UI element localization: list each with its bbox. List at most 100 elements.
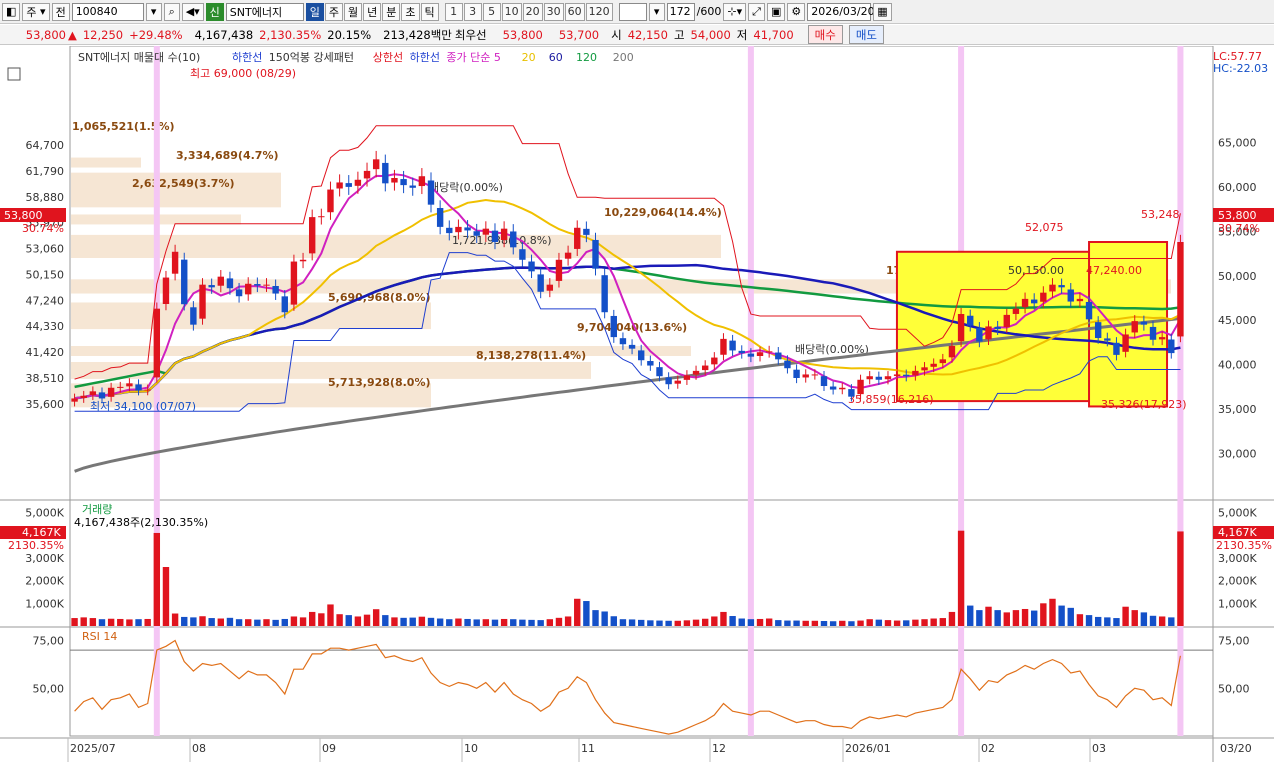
volume-bar (491, 619, 499, 626)
candle (848, 389, 855, 397)
up-arrow-icon: ▲ (68, 27, 77, 42)
volume-bar (500, 618, 508, 626)
candle (601, 275, 608, 313)
x-axis-label: 10 (464, 742, 478, 755)
candle (245, 283, 252, 295)
interval-button[interactable]: 1 (444, 2, 463, 21)
gear-icon[interactable]: ⚙ (787, 2, 806, 21)
date-input[interactable]: 2026/03/20 (807, 2, 875, 21)
interval-button[interactable]: 120 (585, 2, 613, 21)
high-annotation: 최고 69,000 (08/29) (190, 67, 296, 80)
candle (1021, 298, 1029, 308)
expand-icon[interactable]: ⊹▾ (723, 2, 747, 21)
volume-profile-label: 3,334,689(4.7%) (176, 149, 279, 162)
candle (1012, 308, 1020, 314)
count-input[interactable]: 172 (666, 2, 695, 21)
candle (738, 350, 745, 354)
candle (299, 259, 307, 262)
interval-button[interactable]: 20 (522, 2, 543, 21)
code-dropdown-icon[interactable]: ▾ (145, 2, 162, 21)
candle (1003, 314, 1010, 327)
change-pct: +29.48% (129, 27, 183, 42)
legend-item[interactable]: 150억봉 강세패턴 (269, 51, 354, 64)
period-button[interactable]: 초 (401, 2, 420, 21)
volume-bar (510, 619, 517, 626)
volume-bar (372, 609, 380, 626)
sell-button[interactable]: 매도 (848, 25, 884, 44)
candle (144, 389, 151, 391)
volume-bar (162, 567, 170, 626)
type-select[interactable]: 주 ▾ (22, 2, 50, 21)
chart-area[interactable]: 1,065,521(1.5%)3,334,689(4.7%)2,632,549(… (0, 46, 1274, 762)
volume-bar (299, 617, 307, 626)
legend-item[interactable]: 200 (613, 51, 634, 64)
view-select[interactable]: 전 (51, 2, 70, 21)
volume-bar (1012, 610, 1020, 626)
volume-bar (1168, 617, 1175, 626)
period-button[interactable]: 틱 (420, 2, 439, 21)
volume-bar (272, 619, 279, 626)
tool-icon[interactable]: ⤢ (748, 2, 765, 21)
candle (71, 398, 78, 402)
volume-bar (619, 619, 627, 626)
legend-item[interactable]: 120 (576, 51, 597, 64)
buy-button[interactable]: 매수 (807, 25, 843, 44)
legend-item[interactable]: 하한선 (410, 50, 440, 64)
volume-axis-label: 5,000K (1218, 507, 1257, 520)
period-button[interactable]: 월 (344, 2, 363, 21)
candle (583, 228, 590, 235)
interval-dropdown-icon[interactable]: ▾ (648, 2, 665, 21)
new-badge: 신 (205, 2, 224, 21)
volume-bar (802, 620, 809, 626)
candle (1113, 342, 1120, 355)
ask-price: 53,800 (502, 27, 543, 42)
candle (985, 326, 992, 340)
code-input[interactable]: 100840 (71, 2, 144, 21)
candle (729, 340, 736, 351)
interval-button[interactable]: 10 (501, 2, 522, 21)
candle (546, 284, 554, 291)
interval-button[interactable]: 60 (564, 2, 585, 21)
legend-item[interactable]: 60 (549, 51, 563, 64)
layout-icon[interactable]: ◧ (2, 2, 21, 21)
interval-button[interactable]: 5 (482, 2, 501, 21)
candle (976, 327, 983, 342)
sound-icon[interactable]: ◀▾ (181, 2, 204, 21)
period-button[interactable]: 일 (305, 2, 324, 21)
volume-bar (893, 620, 901, 626)
search-icon[interactable]: ⌕ (163, 2, 180, 21)
candle (199, 284, 206, 319)
high-price: 54,000 (690, 27, 731, 42)
legend-item[interactable]: 20 (522, 51, 536, 64)
volume-bar (308, 611, 316, 626)
candle (217, 276, 224, 286)
calendar-icon[interactable]: ▦ (873, 2, 892, 21)
legend-item[interactable]: 상한선 (373, 51, 403, 64)
period-button[interactable]: 분 (382, 2, 401, 21)
price-axis-label: 65,000 (1218, 136, 1257, 149)
volume-bar (382, 615, 389, 626)
candle (528, 261, 535, 272)
x-axis-label: 12 (712, 742, 726, 755)
candle (701, 365, 709, 371)
volume-bar (400, 617, 407, 626)
candle (427, 180, 435, 205)
period-button[interactable]: 년 (363, 2, 382, 21)
volume-bar (765, 618, 773, 626)
period-button[interactable]: 주 (324, 2, 344, 21)
legend-item[interactable]: 하한선 (232, 50, 262, 64)
candle (117, 386, 124, 388)
volume-bar (1177, 531, 1184, 626)
price-axis-label: 40,000 (1218, 359, 1257, 372)
interval-button[interactable]: 30 (543, 2, 564, 21)
candle (1049, 284, 1056, 292)
volume-bar (327, 604, 334, 626)
interval-button[interactable]: 3 (463, 2, 482, 21)
custom-interval-input[interactable] (618, 2, 647, 21)
rsi-axis-label: 50,00 (33, 682, 65, 695)
legend-item[interactable]: 종가 단순 5 (446, 51, 500, 64)
save-icon[interactable]: ▣ (766, 2, 786, 21)
volume-title: 거래량 (82, 503, 112, 516)
price-axis-label: 45,000 (1218, 314, 1257, 327)
volume-bar (610, 616, 617, 626)
